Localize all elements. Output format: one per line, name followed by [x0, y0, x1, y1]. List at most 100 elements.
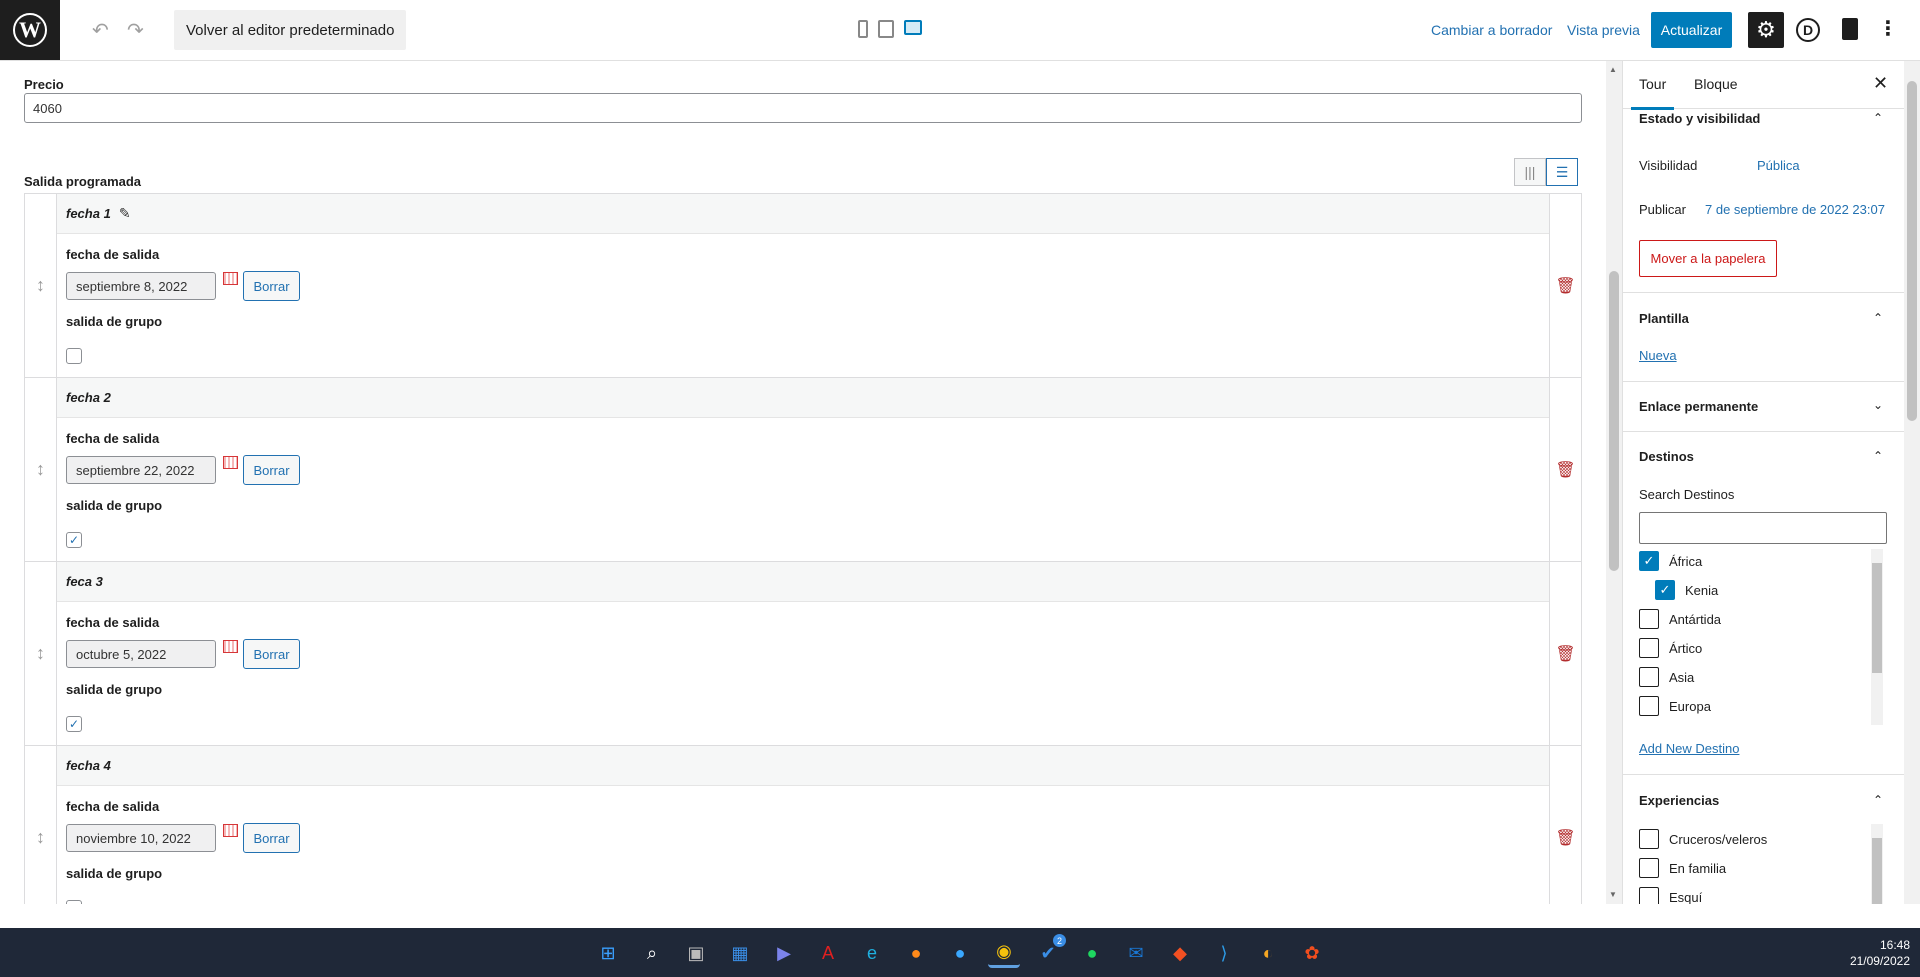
widgets-icon[interactable]: ▦: [724, 938, 756, 968]
block-layout-icon[interactable]: ☰: [1546, 158, 1578, 186]
drag-handle-icon[interactable]: ↕: [25, 562, 57, 745]
undo-icon[interactable]: ↶: [92, 18, 109, 43]
publish-date-link[interactable]: 7 de septiembre de 2022 23:07: [1705, 202, 1885, 217]
task-view-icon[interactable]: ▣: [680, 938, 712, 968]
experiencia-checkbox[interactable]: [1639, 887, 1659, 904]
destino-checkbox[interactable]: ✓: [1655, 580, 1675, 600]
chevron-up-icon[interactable]: ⌃: [1873, 311, 1883, 325]
destinos-scrollbar[interactable]: [1871, 549, 1883, 725]
desktop-preview-icon[interactable]: [904, 20, 922, 35]
settings-button[interactable]: ⚙: [1748, 12, 1784, 48]
visibility-value-link[interactable]: Pública: [1757, 158, 1800, 173]
trash-icon[interactable]: 🗑: [1549, 378, 1581, 561]
fecha-salida-input[interactable]: octubre 5, 2022: [66, 640, 216, 668]
destino-item[interactable]: ✓ Kenia: [1655, 580, 1718, 600]
redo-icon[interactable]: ↷: [127, 18, 144, 43]
row-title[interactable]: fecha 1 ✎: [57, 194, 1549, 234]
chevron-up-icon[interactable]: ⌃: [1873, 793, 1883, 807]
row-title[interactable]: fecha 4: [57, 746, 1549, 786]
destino-checkbox[interactable]: [1639, 638, 1659, 658]
update-button[interactable]: Actualizar: [1651, 12, 1732, 48]
experiencias-scrollbar[interactable]: [1871, 824, 1883, 904]
calendar-icon[interactable]: [223, 824, 238, 837]
scroll-up-icon[interactable]: ▲: [1609, 65, 1617, 74]
cyberduck-icon[interactable]: ◐: [1252, 938, 1284, 968]
destino-checkbox[interactable]: [1639, 609, 1659, 629]
tab-bloque[interactable]: Bloque: [1694, 76, 1738, 92]
tablet-preview-icon[interactable]: [878, 20, 894, 38]
row-title[interactable]: feca 3: [57, 562, 1549, 602]
system-clock[interactable]: 16:48 21/09/2022: [1830, 937, 1910, 969]
precio-input[interactable]: 4060: [24, 93, 1582, 123]
destino-item[interactable]: Antártida: [1639, 609, 1721, 629]
scroll-down-icon[interactable]: ▼: [1609, 890, 1617, 899]
status-panel-title[interactable]: Estado y visibilidad: [1639, 111, 1760, 126]
windows-start-icon[interactable]: ⊞: [592, 938, 624, 968]
experiencia-item[interactable]: En familia: [1639, 858, 1726, 878]
destino-item[interactable]: Ártico: [1639, 638, 1702, 658]
move-to-trash-button[interactable]: Mover a la papelera: [1639, 240, 1777, 277]
document-icon[interactable]: [1842, 18, 1858, 40]
salida-grupo-checkbox[interactable]: [66, 348, 82, 364]
tab-tour[interactable]: Tour: [1630, 76, 1675, 110]
search-icon[interactable]: ⌕: [636, 938, 668, 968]
firefox-icon[interactable]: ●: [900, 938, 932, 968]
switch-to-draft-link[interactable]: Cambiar a borrador: [1431, 22, 1552, 38]
calendar-icon[interactable]: [223, 272, 238, 285]
spotify-icon[interactable]: ●: [1076, 938, 1108, 968]
vscode-icon[interactable]: ⟩: [1208, 938, 1240, 968]
experiencia-checkbox[interactable]: [1639, 858, 1659, 878]
borrar-button[interactable]: Borrar: [243, 823, 300, 853]
template-value-link[interactable]: Nueva: [1639, 348, 1677, 363]
outlook-icon[interactable]: ✉: [1120, 938, 1152, 968]
firefox-dev-icon[interactable]: ●: [944, 938, 976, 968]
destino-item[interactable]: Europa: [1639, 696, 1711, 716]
experiencias-scroll-thumb[interactable]: [1872, 838, 1882, 904]
destinos-scroll-thumb[interactable]: [1872, 563, 1882, 673]
destinos-panel-title[interactable]: Destinos: [1639, 449, 1694, 464]
destino-checkbox[interactable]: [1639, 696, 1659, 716]
experiencia-item[interactable]: Esquí: [1639, 887, 1702, 904]
mobile-preview-icon[interactable]: [858, 20, 868, 38]
experiencias-panel-title[interactable]: Experiencias: [1639, 793, 1719, 808]
borrar-button[interactable]: Borrar: [243, 271, 300, 301]
calendar-icon[interactable]: [223, 456, 238, 469]
tasks-icon[interactable]: ✔ 2: [1032, 934, 1066, 968]
permalink-panel-title[interactable]: Enlace permanente: [1639, 399, 1758, 414]
chrome-icon[interactable]: ◉: [988, 938, 1020, 968]
salida-grupo-checkbox[interactable]: ✓: [66, 532, 82, 548]
salida-grupo-checkbox[interactable]: ✓: [66, 716, 82, 732]
destino-item[interactable]: Asia: [1639, 667, 1694, 687]
drag-handle-icon[interactable]: ↕: [25, 194, 57, 377]
wordpress-logo-button[interactable]: W: [0, 0, 60, 60]
sidebar-scroll-thumb[interactable]: [1907, 81, 1917, 421]
acrobat-icon[interactable]: A: [812, 938, 844, 968]
trash-icon[interactable]: 🗑: [1549, 194, 1581, 377]
destino-checkbox[interactable]: ✓: [1639, 551, 1659, 571]
editor-scrollbar[interactable]: ▲ ▼: [1606, 61, 1622, 904]
edge-icon[interactable]: e: [856, 938, 888, 968]
back-to-default-editor-button[interactable]: Volver al editor predeterminado: [174, 10, 407, 50]
search-destinos-input[interactable]: [1639, 512, 1887, 544]
pencil-icon[interactable]: ✎: [119, 205, 131, 222]
editor-scroll-thumb[interactable]: [1609, 271, 1619, 571]
teams-chat-icon[interactable]: ▶: [768, 938, 800, 968]
trash-icon[interactable]: 🗑: [1549, 746, 1581, 904]
figma-icon[interactable]: ✿: [1296, 938, 1328, 968]
sidebar-scrollbar[interactable]: [1904, 61, 1920, 904]
row-title[interactable]: fecha 2: [57, 378, 1549, 418]
table-layout-icon[interactable]: |||: [1514, 158, 1546, 186]
destino-checkbox[interactable]: [1639, 667, 1659, 687]
experiencia-item[interactable]: Cruceros/veleros: [1639, 829, 1767, 849]
trash-icon[interactable]: 🗑: [1549, 562, 1581, 745]
more-options-icon[interactable]: ⋮: [1878, 16, 1898, 41]
borrar-button[interactable]: Borrar: [243, 639, 300, 669]
experiencia-checkbox[interactable]: [1639, 829, 1659, 849]
drag-handle-icon[interactable]: ↕: [25, 746, 57, 904]
preview-link[interactable]: Vista previa: [1567, 22, 1640, 38]
add-new-destino-link[interactable]: Add New Destino: [1639, 741, 1739, 756]
anydesk-icon[interactable]: ◆: [1164, 938, 1196, 968]
fecha-salida-input[interactable]: septiembre 8, 2022: [66, 272, 216, 300]
template-panel-title[interactable]: Plantilla: [1639, 311, 1689, 326]
fecha-salida-input[interactable]: septiembre 22, 2022: [66, 456, 216, 484]
